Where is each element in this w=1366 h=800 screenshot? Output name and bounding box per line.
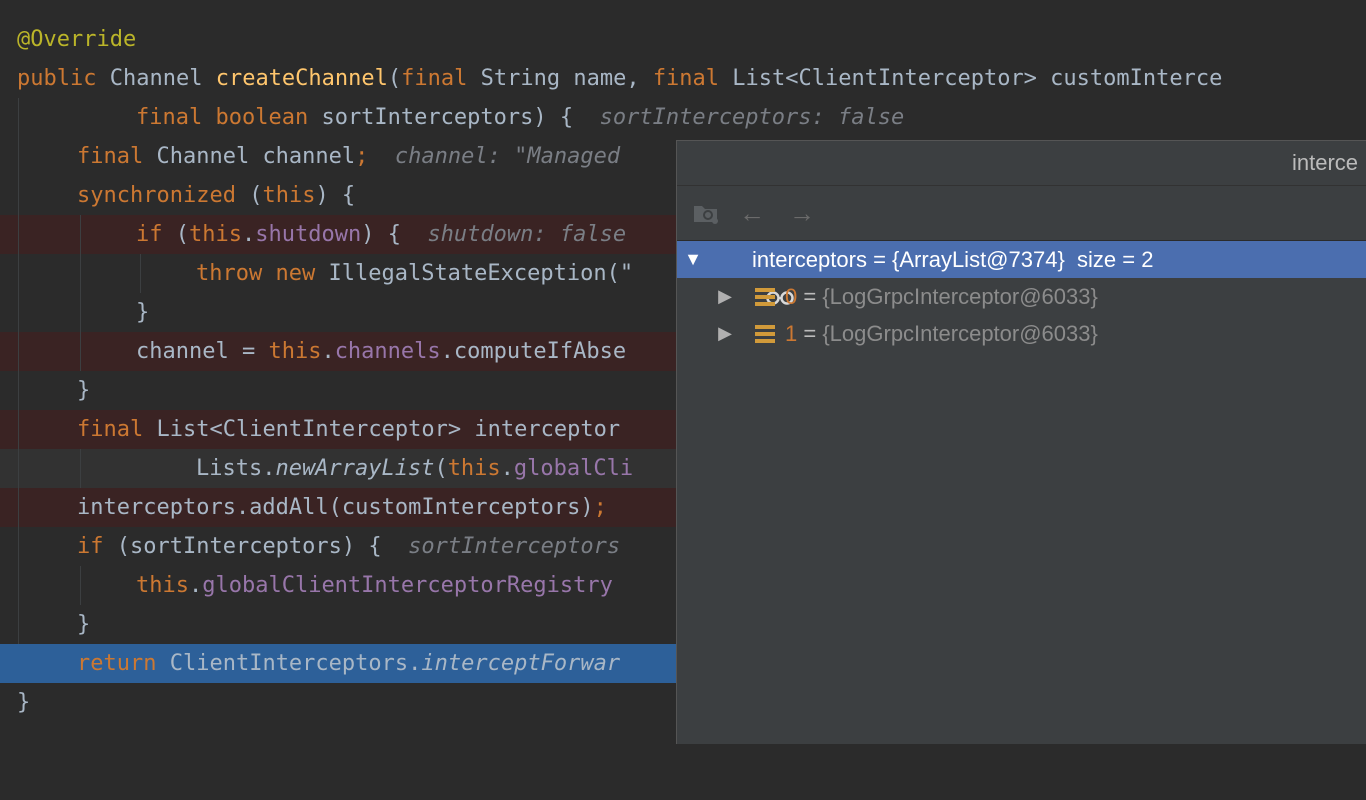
popup-title-bar[interactable]: interce bbox=[677, 141, 1366, 186]
annotation-override: @Override bbox=[17, 27, 137, 52]
code-text: if (sortInterceptors) { sortInterceptors bbox=[77, 534, 621, 559]
code-text: channel = this.channels.computeIfAbse bbox=[136, 339, 627, 364]
code-text: if (this.shutdown) { shutdown: false bbox=[136, 222, 627, 247]
code-text: final List<ClientInterceptor> intercepto… bbox=[77, 417, 621, 442]
tree-row-label: interceptors = {ArrayList@7374} size = 2 bbox=[752, 247, 1154, 272]
code-text: throw new IllegalStateException(" bbox=[196, 261, 634, 286]
tree-row-label: 1 = {LogGrpcInterceptor@6033} bbox=[785, 321, 1098, 346]
code-line[interactable]: final boolean sortInterceptors) { sortIn… bbox=[0, 98, 1366, 137]
forward-arrow-icon[interactable]: → bbox=[787, 199, 817, 227]
code-text: this.globalClientInterceptorRegistry bbox=[136, 573, 613, 598]
code-text: return ClientInterceptors.interceptForwa… bbox=[77, 651, 621, 676]
tree-row-item-1[interactable]: ▶ 1 = {LogGrpcInterceptor@6033} bbox=[677, 315, 1366, 352]
code-text: } bbox=[77, 378, 91, 403]
code-text: interceptors.addAll(customInterceptors); bbox=[77, 495, 607, 520]
tree-row-interceptors[interactable]: ▼ interceptors = {ArrayList@7374} size =… bbox=[677, 241, 1366, 305]
tree-row-label: 0 = {LogGrpcInterceptor@6033} bbox=[785, 284, 1098, 309]
watch-folder-icon[interactable] bbox=[691, 199, 721, 227]
code-text: } bbox=[77, 612, 91, 637]
field-icon bbox=[755, 288, 775, 306]
expand-arrow-icon[interactable]: ▶ bbox=[715, 278, 735, 315]
code-text: } bbox=[136, 300, 150, 325]
code-text: synchronized (this) { bbox=[77, 183, 356, 208]
inline-debug-hint: sortInterceptors: false bbox=[599, 105, 905, 130]
inline-debug-hint: sortInterceptors bbox=[408, 534, 621, 559]
inline-debug-hint: shutdown: false bbox=[427, 222, 627, 247]
debug-inspect-popup[interactable]: interce ← → ▼ interceptors = {ArrayList@… bbox=[676, 140, 1366, 744]
popup-toolbar: ← → bbox=[677, 186, 1366, 241]
inline-debug-hint: channel: "Managed bbox=[368, 144, 621, 169]
popup-title: interce bbox=[1292, 150, 1359, 175]
code-text: public Channel createChannel(final Strin… bbox=[17, 66, 1223, 91]
back-arrow-icon[interactable]: ← bbox=[737, 199, 767, 227]
code-line[interactable]: @Override bbox=[0, 20, 1366, 59]
expand-arrow-icon[interactable]: ▶ bbox=[715, 315, 735, 352]
code-text: final boolean sortInterceptors) { sortIn… bbox=[136, 105, 905, 130]
tree-row-item-0[interactable]: ▶ 0 = {LogGrpcInterceptor@6033} bbox=[677, 278, 1366, 315]
field-icon bbox=[755, 325, 775, 343]
code-line[interactable]: public Channel createChannel(final Strin… bbox=[0, 59, 1366, 98]
collapse-arrow-icon[interactable]: ▼ bbox=[683, 241, 703, 278]
code-text: final Channel channel; channel: "Managed bbox=[77, 144, 621, 169]
code-text: } bbox=[17, 690, 31, 715]
code-text: Lists.newArrayList(this.globalCli bbox=[196, 456, 634, 481]
